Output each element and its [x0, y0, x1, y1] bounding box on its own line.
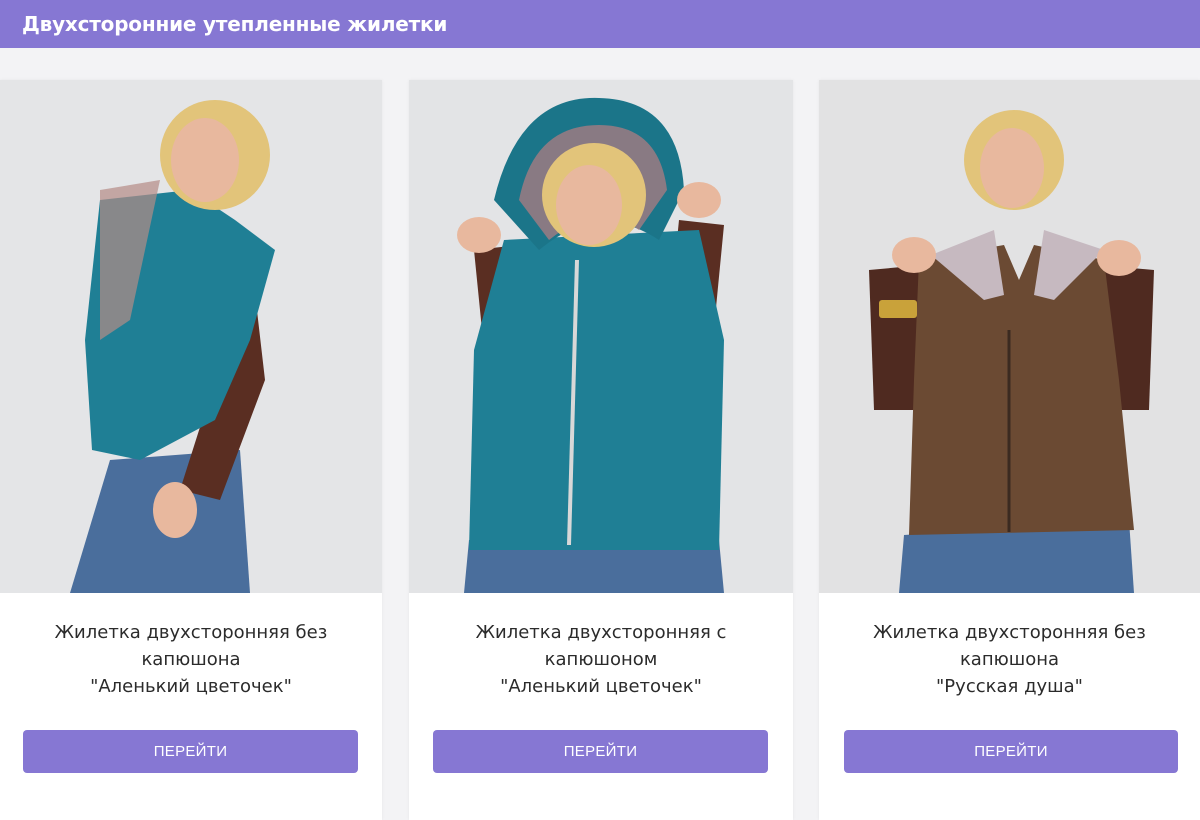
product-title-line: капюшоном: [544, 649, 658, 670]
product-card: Жилетка двухсторонняя без капюшона "Русс…: [819, 80, 1200, 820]
section-title: Двухсторонние утепленные жилетки: [22, 12, 448, 36]
go-button[interactable]: ПЕРЕЙТИ: [433, 730, 768, 773]
product-title-line: капюшона: [959, 649, 1060, 670]
go-button[interactable]: ПЕРЕЙТИ: [844, 730, 1178, 773]
section-header: Двухсторонние утепленные жилетки: [0, 0, 1200, 48]
product-title-line: Жилетка двухсторонняя с: [475, 622, 727, 643]
product-photo[interactable]: [0, 80, 382, 593]
product-title: Жилетка двухсторонняя с капюшоном "Алень…: [409, 619, 793, 700]
product-title-line: капюшона: [141, 649, 241, 670]
product-card: Жилетка двухсторонняя без капюшона "Ален…: [0, 80, 382, 820]
product-title-line: Жилетка двухсторонняя без: [54, 622, 328, 643]
go-button[interactable]: ПЕРЕЙТИ: [23, 730, 358, 773]
product-title-line: "Аленький цветочек": [500, 676, 702, 697]
product-title: Жилетка двухсторонняя без капюшона "Ален…: [0, 619, 382, 700]
product-photo[interactable]: [409, 80, 793, 593]
product-photo[interactable]: [819, 80, 1200, 593]
product-title-line: "Русская душа": [936, 676, 1083, 697]
product-title: Жилетка двухсторонняя без капюшона "Русс…: [819, 619, 1200, 700]
product-title-line: Жилетка двухсторонняя без: [873, 622, 1146, 643]
product-title-line: "Аленький цветочек": [90, 676, 292, 697]
product-card: Жилетка двухсторонняя с капюшоном "Алень…: [409, 80, 793, 820]
